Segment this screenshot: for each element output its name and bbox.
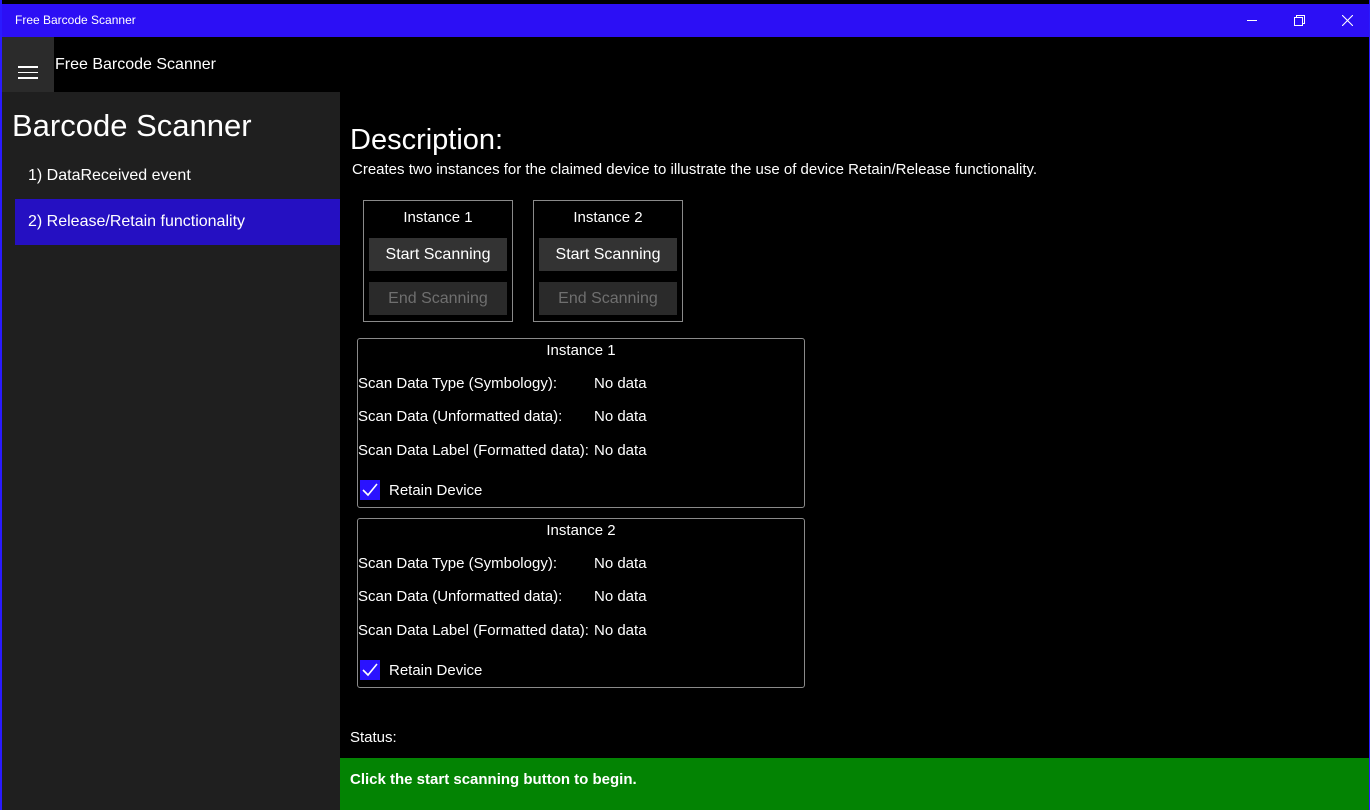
instance-2-data-panel: Instance 2 Scan Data Type (Symbology): N… bbox=[357, 518, 805, 688]
status-message: Click the start scanning button to begin… bbox=[350, 771, 637, 788]
restore-icon bbox=[1293, 15, 1305, 26]
description-heading: Description: bbox=[350, 124, 504, 156]
formatted-label: Scan Data Label (Formatted data): bbox=[358, 622, 589, 639]
instance-1-label: Instance 1 bbox=[403, 209, 473, 226]
minimize-button[interactable] bbox=[1229, 4, 1275, 37]
symbology-value: No data bbox=[594, 555, 647, 572]
status-bar: Click the start scanning button to begin… bbox=[340, 758, 1369, 810]
sidebar-item-label: 1) DataReceived event bbox=[28, 167, 191, 184]
symbology-label: Scan Data Type (Symbology): bbox=[358, 375, 557, 392]
main-content: Description: Creates two instances for t… bbox=[340, 92, 1369, 810]
retain-device-checkbox[interactable]: Retain Device bbox=[360, 660, 482, 680]
hamburger-menu-button[interactable] bbox=[2, 37, 54, 92]
retain-device-checkbox[interactable]: Retain Device bbox=[360, 480, 482, 500]
unformatted-label: Scan Data (Unformatted data): bbox=[358, 408, 563, 425]
restore-button[interactable] bbox=[1276, 4, 1322, 37]
retain-device-label: Retain Device bbox=[389, 481, 483, 499]
app-header: Free Barcode Scanner bbox=[2, 37, 1369, 92]
app-window: Free Barcode Scanner Free Barcode Scanne… bbox=[0, 0, 1370, 810]
panel-title: Instance 1 bbox=[546, 342, 616, 359]
symbology-label: Scan Data Type (Symbology): bbox=[358, 555, 557, 572]
status-label: Status: bbox=[350, 729, 397, 746]
sidebar: Barcode Scanner 1) DataReceived event 2)… bbox=[2, 92, 340, 810]
description-text: Creates two instances for the claimed de… bbox=[352, 161, 1038, 178]
sidebar-item-release-retain[interactable]: 2) Release/Retain functionality bbox=[15, 199, 340, 245]
unformatted-value: No data bbox=[594, 408, 647, 425]
instance-2-end-scanning-button[interactable]: End Scanning bbox=[539, 282, 677, 315]
app-title: Free Barcode Scanner bbox=[55, 56, 216, 73]
sidebar-item-datareceived[interactable]: 1) DataReceived event bbox=[15, 153, 340, 199]
unformatted-value: No data bbox=[594, 588, 647, 605]
minimize-icon bbox=[1247, 20, 1257, 21]
instance-2-start-scanning-button[interactable]: Start Scanning bbox=[539, 238, 677, 271]
instance-2-label: Instance 2 bbox=[573, 209, 643, 226]
checkmark-icon bbox=[360, 660, 380, 680]
close-icon bbox=[1341, 15, 1353, 26]
formatted-value: No data bbox=[594, 622, 647, 639]
sidebar-title: Barcode Scanner bbox=[12, 108, 252, 143]
formatted-value: No data bbox=[594, 442, 647, 459]
formatted-label: Scan Data Label (Formatted data): bbox=[358, 442, 589, 459]
checkmark-icon bbox=[360, 480, 380, 500]
instance-1-controls: Instance 1 Start Scanning End Scanning bbox=[363, 200, 513, 322]
instance-1-start-scanning-button[interactable]: Start Scanning bbox=[369, 238, 507, 271]
sidebar-item-label: 2) Release/Retain functionality bbox=[28, 213, 246, 230]
retain-device-label: Retain Device bbox=[389, 661, 483, 679]
window-title: Free Barcode Scanner bbox=[15, 13, 136, 27]
panel-title: Instance 2 bbox=[546, 522, 616, 539]
instance-2-controls: Instance 2 Start Scanning End Scanning bbox=[533, 200, 683, 322]
instance-1-data-panel: Instance 1 Scan Data Type (Symbology): N… bbox=[357, 338, 805, 508]
instance-1-end-scanning-button[interactable]: End Scanning bbox=[369, 282, 507, 315]
symbology-value: No data bbox=[594, 375, 647, 392]
unformatted-label: Scan Data (Unformatted data): bbox=[358, 588, 563, 605]
close-button[interactable] bbox=[1324, 4, 1369, 37]
title-bar: Free Barcode Scanner bbox=[2, 4, 1369, 37]
hamburger-icon bbox=[18, 66, 38, 68]
